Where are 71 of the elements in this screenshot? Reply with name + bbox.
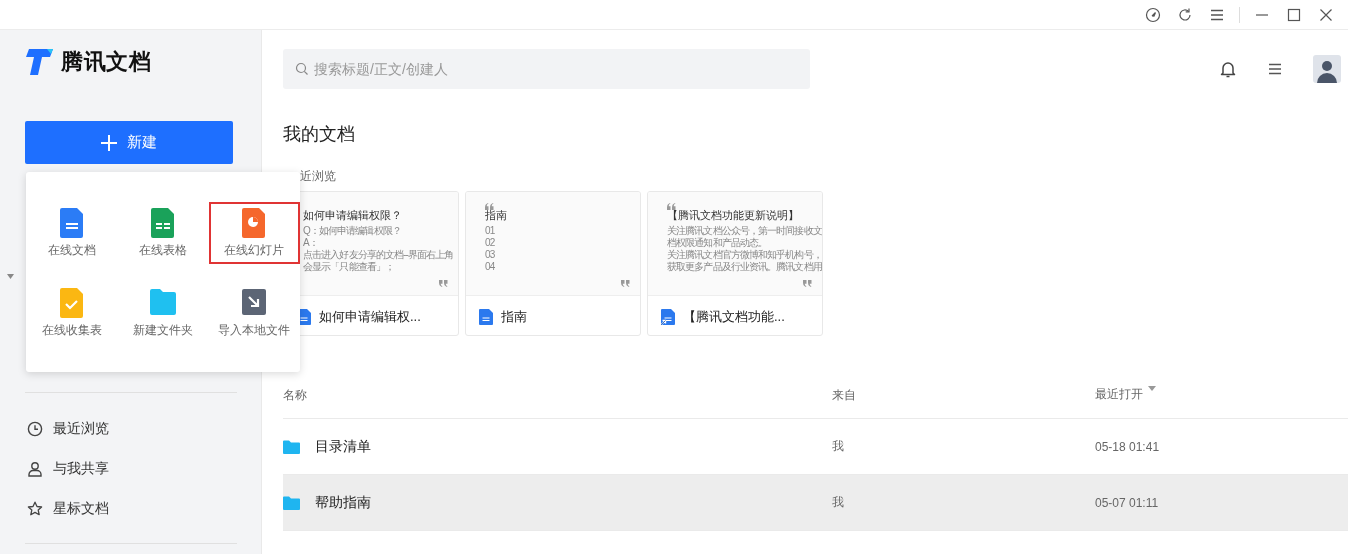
document-name: 【腾讯文档功能... bbox=[683, 307, 785, 326]
preview-line: A： bbox=[303, 237, 319, 249]
app-name: 腾讯文档 bbox=[61, 48, 151, 76]
preview-line: 03 bbox=[485, 249, 496, 261]
linked-document-icon bbox=[661, 308, 675, 325]
document-icon bbox=[479, 308, 493, 325]
column-header: 名称 bbox=[283, 387, 308, 404]
folder-icon bbox=[283, 439, 300, 454]
menu-item[interactable]: 在线幻灯片 bbox=[208, 202, 300, 264]
document-icon bbox=[58, 207, 85, 238]
logo-icon bbox=[25, 49, 55, 75]
table-cell-text: 我 bbox=[832, 438, 845, 455]
new-button[interactable]: 新建 bbox=[25, 121, 233, 164]
menu-item[interactable]: 在线收集表 bbox=[30, 282, 114, 344]
preview-line: 关注腾讯文档公众号，第一时间接收文 bbox=[667, 225, 822, 237]
search-icon bbox=[295, 62, 309, 76]
person-icon bbox=[27, 461, 43, 477]
plus-icon bbox=[101, 134, 117, 151]
form-icon bbox=[58, 287, 85, 318]
caret-icon[interactable] bbox=[7, 274, 14, 279]
menu-icon[interactable] bbox=[1267, 61, 1283, 77]
bell-icon[interactable] bbox=[1219, 60, 1237, 78]
maximize-icon[interactable] bbox=[1287, 7, 1301, 22]
table-cell-text: 05-07 01:11 bbox=[1095, 495, 1160, 510]
preview-line: 获取更多产品及行业资讯。腾讯文档用 bbox=[667, 261, 822, 273]
sort-caret-icon[interactable] bbox=[1148, 385, 1156, 391]
quote-icon bbox=[803, 280, 812, 287]
preview-line: 档权限通知和产品动态。 bbox=[667, 237, 769, 249]
sidebar-item[interactable]: 最近浏览 bbox=[0, 409, 261, 449]
preview-line: 会显示「只能查看」； bbox=[303, 261, 395, 273]
preview-line: 关注腾讯文档官方微博和知乎机构号， bbox=[667, 249, 822, 261]
file-name: 帮助指南 bbox=[315, 493, 371, 512]
close-icon[interactable] bbox=[1319, 7, 1333, 22]
column-header[interactable]: 最近打开 bbox=[1095, 385, 1143, 403]
star-icon bbox=[27, 501, 43, 517]
section-label: 近浏览 bbox=[300, 168, 337, 185]
refresh-icon[interactable] bbox=[1177, 6, 1193, 23]
quote-icon bbox=[621, 280, 630, 287]
menu-item[interactable]: 新建文件夹 bbox=[121, 282, 205, 344]
import-icon bbox=[241, 287, 268, 318]
search-field[interactable]: 搜索标题/正文/创建人 bbox=[283, 49, 810, 89]
preview-line: 04 bbox=[485, 261, 496, 273]
document-card[interactable]: 【腾讯文档功能更新说明】 关注腾讯文档公众号，第一时间接收文 档权限通知和产品动态。 关注腾讯文档官方微博和知乎机构号， 获取更多产品及行业资讯。腾讯文档用 【腾讯文档功能... bbox=[647, 191, 823, 336]
file-row[interactable]: 帮助指南 我 05-07 01:11 bbox=[283, 475, 1348, 531]
avatar-icon[interactable] bbox=[1313, 55, 1341, 83]
page-title: 我的文档 bbox=[283, 123, 356, 146]
preview-line: Q：如何申请编辑权限？ bbox=[303, 225, 402, 237]
folder-icon bbox=[150, 287, 176, 318]
preview-line: 02 bbox=[485, 237, 496, 249]
sidebar-item[interactable]: 星标文档 bbox=[0, 489, 261, 529]
document-name: 如何申请编辑权... bbox=[319, 307, 421, 326]
column-header: 来自 bbox=[832, 387, 857, 404]
menu-item[interactable]: 在线表格 bbox=[121, 202, 205, 264]
table-cell-text: 05-18 01:41 bbox=[1095, 439, 1161, 454]
clock-icon bbox=[27, 421, 43, 437]
table-cell-text: 我 bbox=[832, 494, 845, 511]
sidebar-item[interactable]: 与我共享 bbox=[0, 449, 261, 489]
preview-title: 指南 bbox=[485, 208, 508, 223]
menu-item[interactable]: 在线文档 bbox=[30, 202, 114, 264]
spreadsheet-icon bbox=[150, 207, 176, 238]
preview-title: 如何申请编辑权限？ bbox=[303, 208, 403, 223]
document-card[interactable]: 指南 01 02 03 04 指南 bbox=[465, 191, 641, 336]
preview-title: 【腾讯文档功能更新说明】 bbox=[667, 208, 800, 223]
preview-line: 点击进入好友分享的文档--界面右上角 bbox=[303, 249, 455, 261]
document-name: 指南 bbox=[501, 307, 527, 326]
quote-icon bbox=[439, 280, 448, 287]
folder-icon bbox=[283, 495, 300, 510]
slides-icon bbox=[241, 207, 268, 238]
preview-line: 01 bbox=[485, 225, 496, 237]
file-name: 目录清单 bbox=[315, 437, 371, 456]
compass-icon[interactable] bbox=[1145, 6, 1161, 23]
